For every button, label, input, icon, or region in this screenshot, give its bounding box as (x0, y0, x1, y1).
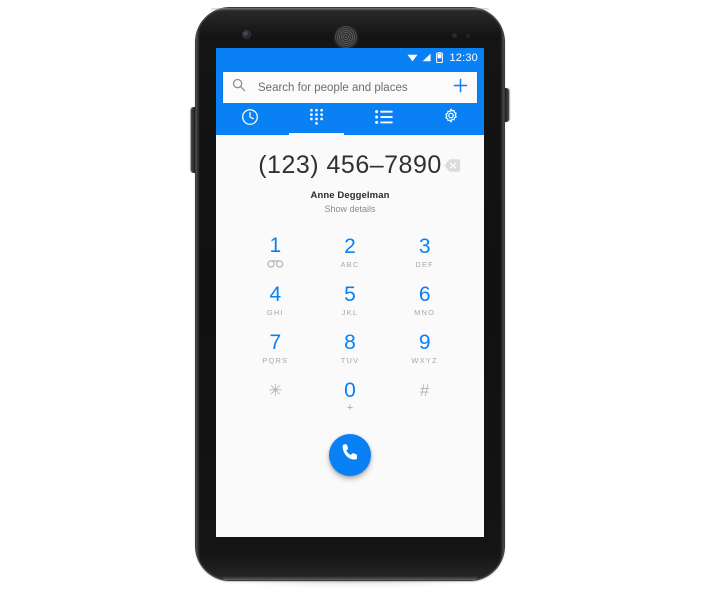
search-input-placeholder[interactable]: Search for people and places (258, 82, 453, 94)
tab-bar (216, 103, 484, 135)
backspace-clear-icon[interactable] (443, 156, 462, 175)
wifi-icon (407, 53, 418, 62)
key-digit: 9 (418, 330, 431, 354)
tab-recents[interactable] (216, 103, 283, 135)
keypad-grid: 1 2 ABC 3 DEF 4 GHI 5 JKL 6 MNO 7 PQRS 8… (216, 228, 484, 420)
ambient-light-sensor-icon (466, 34, 470, 38)
call-button[interactable] (329, 434, 371, 476)
key-hash[interactable]: # (387, 372, 462, 420)
key-digit: 6 (418, 282, 431, 306)
key-2[interactable]: 2 ABC (313, 228, 388, 276)
tab-settings[interactable] (417, 103, 484, 135)
battery-icon (436, 52, 444, 63)
tab-dialpad[interactable] (283, 103, 350, 135)
phone-screen: 12:30 Search for people and places (123)… (216, 48, 484, 537)
dialed-number[interactable]: (123) 456–7890 (258, 151, 442, 180)
contact-name: Anne Deggelman (310, 190, 390, 201)
key-1[interactable]: 1 (238, 228, 313, 276)
call-button-row (216, 434, 484, 476)
key-digit: 2 (344, 234, 356, 258)
status-bar-clock: 12:30 (449, 51, 478, 64)
status-bar: 12:30 (216, 48, 484, 67)
gear-icon (442, 107, 460, 131)
key-9[interactable]: 9 WXYZ (387, 324, 462, 372)
dialed-number-row: (123) 456–7890 (216, 135, 484, 180)
key-letters: ABC (340, 259, 360, 269)
plus-icon[interactable] (453, 78, 468, 98)
key-digit: 7 (269, 330, 282, 354)
key-letters: JKL (341, 307, 359, 317)
key-letters: WXYZ (411, 355, 438, 365)
key-digit: 0 (344, 378, 356, 402)
device-bottom-highlight (222, 576, 478, 580)
device-top-highlight (210, 8, 490, 11)
voicemail-icon (267, 260, 284, 269)
show-details-link[interactable]: Show details (216, 204, 484, 214)
list-icon (374, 109, 393, 129)
search-bar[interactable]: Search for people and places (223, 72, 477, 103)
dialpad-icon (309, 108, 324, 131)
key-digit: 1 (269, 234, 282, 257)
key-3[interactable]: 3 DEF (387, 228, 462, 276)
search-icon (232, 78, 246, 97)
screenshot-stage: 12:30 Search for people and places (123)… (0, 0, 702, 600)
clock-icon (241, 108, 259, 131)
key-4[interactable]: 4 GHI (238, 276, 313, 324)
phone-handset-icon (340, 442, 361, 468)
key-letters: TUV (340, 355, 360, 365)
key-letters: + (346, 401, 354, 414)
key-digit: # (419, 380, 430, 400)
dialpad-panel: (123) 456–7890 Anne Deggelman Show detai… (216, 135, 484, 537)
earpiece-speaker (334, 25, 358, 49)
app-bar: Search for people and places (216, 67, 484, 103)
tab-contacts[interactable] (350, 103, 417, 135)
key-digit: 3 (418, 234, 431, 258)
key-digit: 4 (269, 282, 282, 306)
key-letters: PQRS (262, 355, 289, 365)
key-0[interactable]: 0 + (313, 372, 388, 420)
proximity-sensor-icon (452, 33, 457, 38)
key-asterisk[interactable]: ✳ (238, 372, 313, 420)
front-camera (243, 31, 250, 38)
cellular-signal-icon (422, 53, 432, 62)
key-digit: 5 (344, 282, 356, 306)
key-5[interactable]: 5 JKL (313, 276, 388, 324)
key-digit: ✳ (268, 380, 283, 400)
key-digit: 8 (344, 330, 356, 354)
key-letters: DEF (415, 259, 434, 269)
power-button[interactable] (504, 88, 509, 122)
key-8[interactable]: 8 TUV (313, 324, 388, 372)
key-letters: MNO (414, 307, 436, 317)
key-7[interactable]: 7 PQRS (238, 324, 313, 372)
key-6[interactable]: 6 MNO (387, 276, 462, 324)
key-letters: GHI (266, 307, 284, 317)
